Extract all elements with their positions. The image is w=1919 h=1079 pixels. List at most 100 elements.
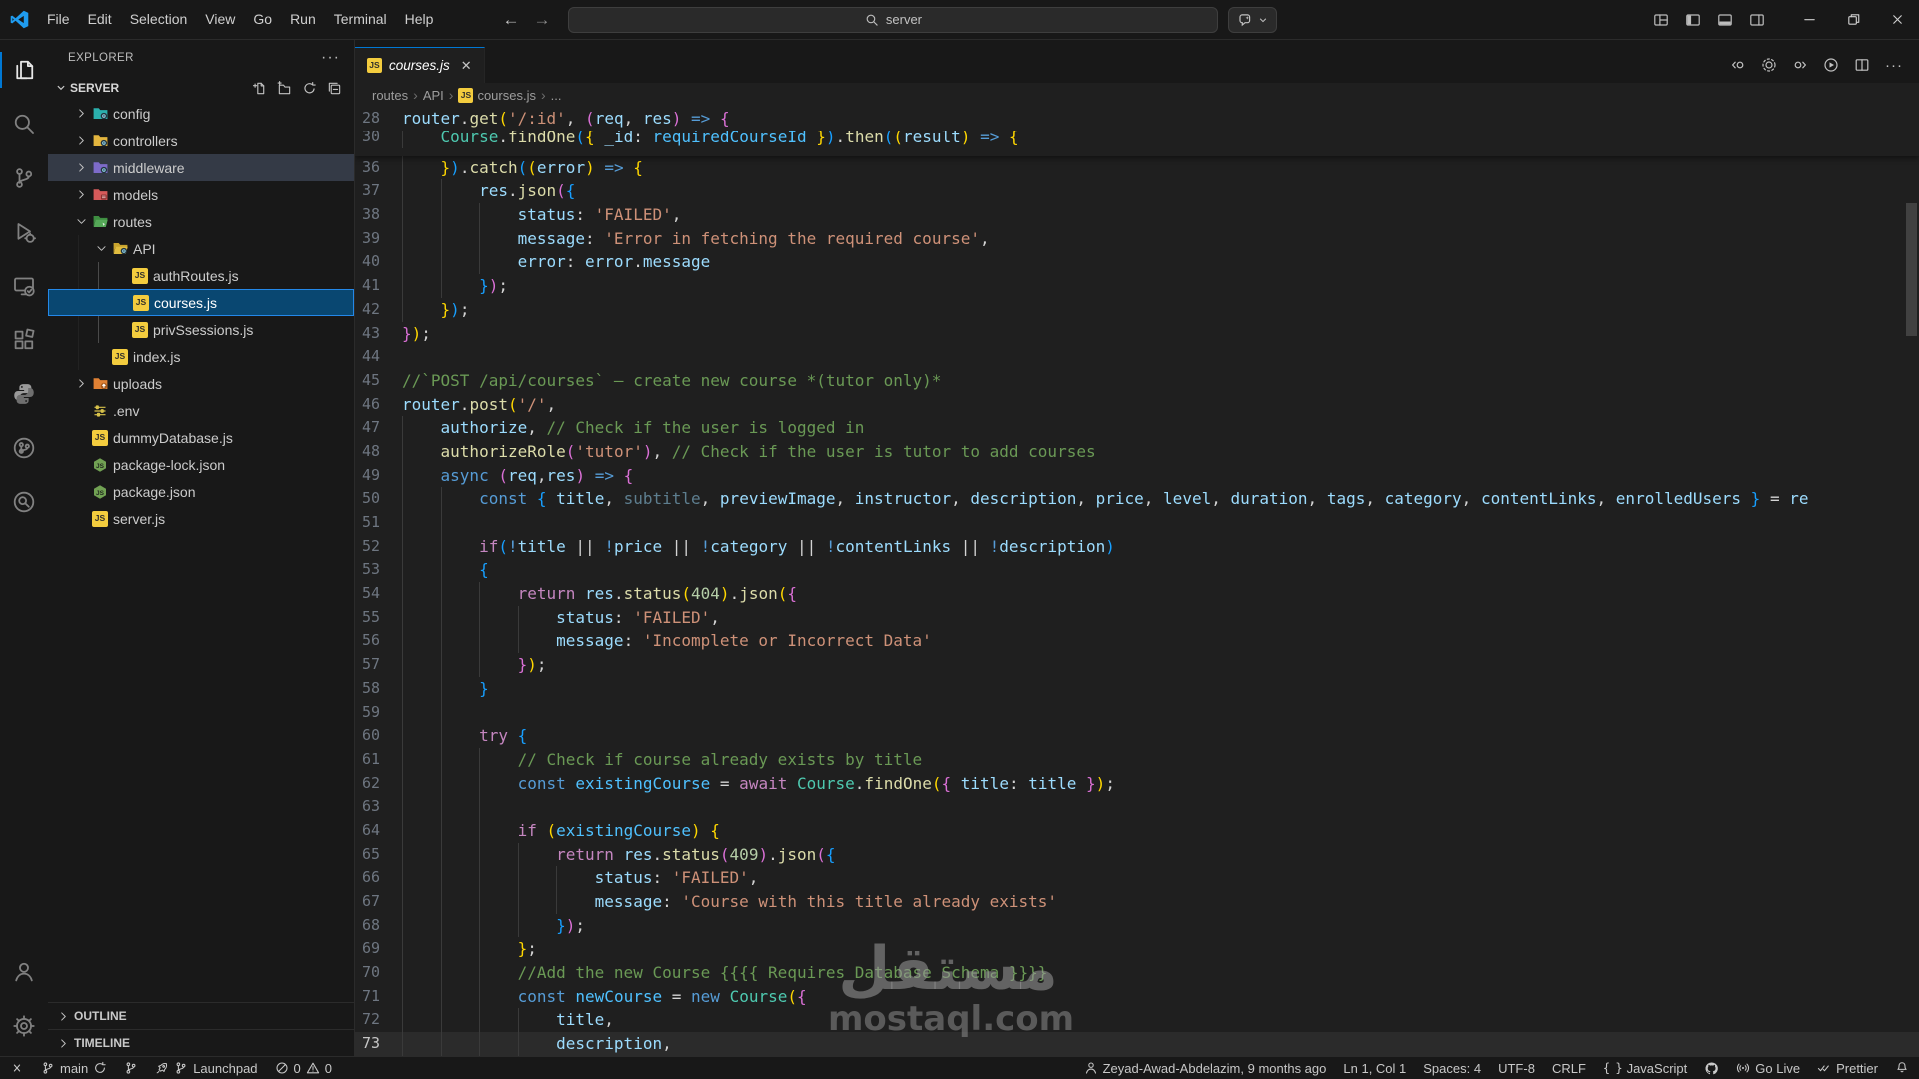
code-line-54[interactable]: 54 return res.status(404).json({	[355, 582, 1919, 606]
line-content[interactable]: message: 'Course with this title already…	[402, 890, 1919, 914]
code-line-55[interactable]: 55 status: 'FAILED',	[355, 605, 1919, 630]
code-line-58[interactable]: 58 }	[355, 676, 1919, 701]
line-number[interactable]: 41	[355, 274, 402, 298]
line-number[interactable]: 51	[355, 511, 402, 535]
status-eol[interactable]: CRLF	[1552, 1061, 1586, 1076]
line-number[interactable]: 52	[355, 535, 402, 559]
code-line-40[interactable]: 40 error: error.message	[355, 250, 1919, 275]
tree-item-models[interactable]: models	[48, 181, 354, 208]
line-content[interactable]: if(!title || !price || !category || !con…	[402, 534, 1919, 559]
line-content[interactable]: error: error.message	[402, 250, 1919, 275]
code-line-61[interactable]: 61 // Check if course already exists by …	[355, 747, 1919, 772]
tree-item-api[interactable]: API	[48, 235, 354, 262]
window-minimize-button[interactable]	[1787, 0, 1831, 39]
line-content[interactable]: });	[402, 274, 1919, 298]
code-line-69[interactable]: 69 };	[355, 937, 1919, 962]
collapse-all-icon[interactable]	[327, 81, 342, 96]
tree-item-dummydatabase-js[interactable]: JS dummyDatabase.js	[48, 424, 354, 451]
line-number[interactable]: 46	[355, 393, 402, 417]
status-indentation[interactable]: Spaces: 4	[1423, 1061, 1481, 1076]
line-content[interactable]: authorizeRole('tutor'), // Check if the …	[402, 439, 1919, 464]
line-number[interactable]: 37	[355, 179, 402, 203]
code-line-50[interactable]: 50 const { title, subtitle, previewImage…	[355, 487, 1919, 511]
status-git-branch[interactable]: main	[41, 1061, 107, 1076]
split-editor-icon[interactable]	[1854, 57, 1870, 73]
activity-python[interactable]	[0, 370, 48, 418]
sticky-code-line-28[interactable]: 28 router.get('/:id', (req, res) => {	[355, 107, 1919, 131]
activity-settings[interactable]	[0, 1002, 48, 1050]
code-line-52[interactable]: 52 if(!title || !price || !category || !…	[355, 534, 1919, 559]
line-content[interactable]: const existingCourse = await Course.find…	[402, 771, 1919, 796]
line-number[interactable]: 60	[355, 724, 402, 748]
code-editor[interactable]: 28 router.get('/:id', (req, res) => {30 C…	[355, 107, 1919, 1056]
line-content[interactable]: }).catch((error) => {	[402, 155, 1919, 180]
line-number[interactable]: 30	[355, 131, 402, 149]
menu-go[interactable]: Go	[244, 11, 281, 27]
line-content[interactable]: });	[402, 653, 1919, 677]
line-number[interactable]: 48	[355, 440, 402, 464]
line-content[interactable]: if (existingCourse) {	[402, 818, 1919, 843]
code-line-59[interactable]: 59	[355, 700, 1919, 725]
tab-courses-js[interactable]: JS courses.js ✕	[355, 47, 485, 83]
line-content[interactable]: status: 'FAILED',	[402, 866, 1919, 890]
status-github[interactable]	[1704, 1061, 1719, 1076]
activity-gitlens-inspect[interactable]	[0, 478, 48, 526]
section-timeline[interactable]: TIMELINE	[48, 1029, 354, 1056]
panel-bottom-icon[interactable]	[1717, 12, 1733, 28]
code-line-48[interactable]: 48 authorizeRole('tutor'), // Check if t…	[355, 439, 1919, 464]
prev-change-icon[interactable]	[1730, 57, 1746, 73]
code-line-66[interactable]: 66 status: 'FAILED',	[355, 866, 1919, 890]
line-content[interactable]: {	[402, 558, 1919, 583]
code-line-67[interactable]: 67 message: 'Course with this title alre…	[355, 890, 1919, 914]
line-content[interactable]	[402, 511, 1919, 535]
status-go-live[interactable]: Go Live	[1736, 1061, 1800, 1076]
code-line-70[interactable]: 70 //Add the new Course {{{{ Requires Da…	[355, 961, 1919, 985]
code-line-36[interactable]: 36 }).catch((error) => {	[355, 155, 1919, 180]
status-gitlens-launchpad[interactable]: Launchpad	[155, 1061, 258, 1076]
activity-run-debug[interactable]	[0, 208, 48, 256]
line-number[interactable]: 36	[355, 156, 402, 180]
line-number[interactable]: 72	[355, 1008, 402, 1032]
status-language-mode[interactable]: { } JavaScript	[1603, 1061, 1687, 1076]
line-content[interactable]: }	[402, 676, 1919, 701]
refresh-icon[interactable]	[302, 81, 317, 96]
tab-close-icon[interactable]: ✕	[461, 58, 472, 74]
tree-item-authroutes-js[interactable]: JS authRoutes.js	[48, 262, 354, 289]
window-close-button[interactable]	[1875, 0, 1919, 39]
code-line-37[interactable]: 37 res.json({	[355, 179, 1919, 204]
line-number[interactable]: 49	[355, 464, 402, 488]
menu-view[interactable]: View	[196, 11, 244, 27]
line-number[interactable]: 63	[355, 795, 402, 819]
line-number[interactable]: 59	[355, 701, 402, 725]
status-problems[interactable]: 00	[275, 1061, 332, 1076]
panel-left-icon[interactable]	[1685, 12, 1701, 28]
line-number[interactable]: 66	[355, 866, 402, 890]
next-change-icon[interactable]	[1792, 57, 1808, 73]
menu-file[interactable]: File	[38, 11, 79, 27]
code-line-68[interactable]: 68 });	[355, 913, 1919, 938]
breadcrumb-item[interactable]: JS courses.js	[458, 87, 536, 103]
status-commit-author[interactable]: Zeyad-Awad-Abdelazim, 9 months ago	[1084, 1061, 1326, 1076]
line-content[interactable]: message: 'Incomplete or Incorrect Data'	[402, 629, 1919, 654]
code-line-43[interactable]: 43});	[355, 322, 1919, 346]
tree-item-routes[interactable]: routes	[48, 208, 354, 235]
code-line-51[interactable]: 51	[355, 511, 1919, 535]
line-content[interactable]: title,	[402, 1008, 1919, 1033]
nav-back-icon[interactable]: ←	[502, 10, 519, 30]
menu-terminal[interactable]: Terminal	[325, 11, 396, 27]
line-content[interactable]: message: 'Error in fetching the required…	[402, 226, 1919, 251]
code-line-44[interactable]: 44	[355, 345, 1919, 369]
line-number[interactable]: 65	[355, 843, 402, 867]
code-line-57[interactable]: 57 });	[355, 653, 1919, 677]
line-content[interactable]: };	[402, 937, 1919, 962]
new-file-icon[interactable]	[252, 81, 267, 96]
new-folder-icon[interactable]	[277, 80, 292, 96]
line-content[interactable]: try {	[402, 724, 1919, 748]
line-content[interactable]: return res.status(409).json({	[402, 842, 1919, 867]
code-line-45[interactable]: 45//`POST /api/courses` — create new cou…	[355, 369, 1919, 393]
line-content[interactable]: status: 'FAILED',	[402, 605, 1919, 630]
tree-item-courses-js[interactable]: JS courses.js	[48, 289, 354, 316]
line-number[interactable]: 58	[355, 677, 402, 701]
line-content[interactable]	[402, 795, 1919, 819]
line-number[interactable]: 68	[355, 914, 402, 938]
